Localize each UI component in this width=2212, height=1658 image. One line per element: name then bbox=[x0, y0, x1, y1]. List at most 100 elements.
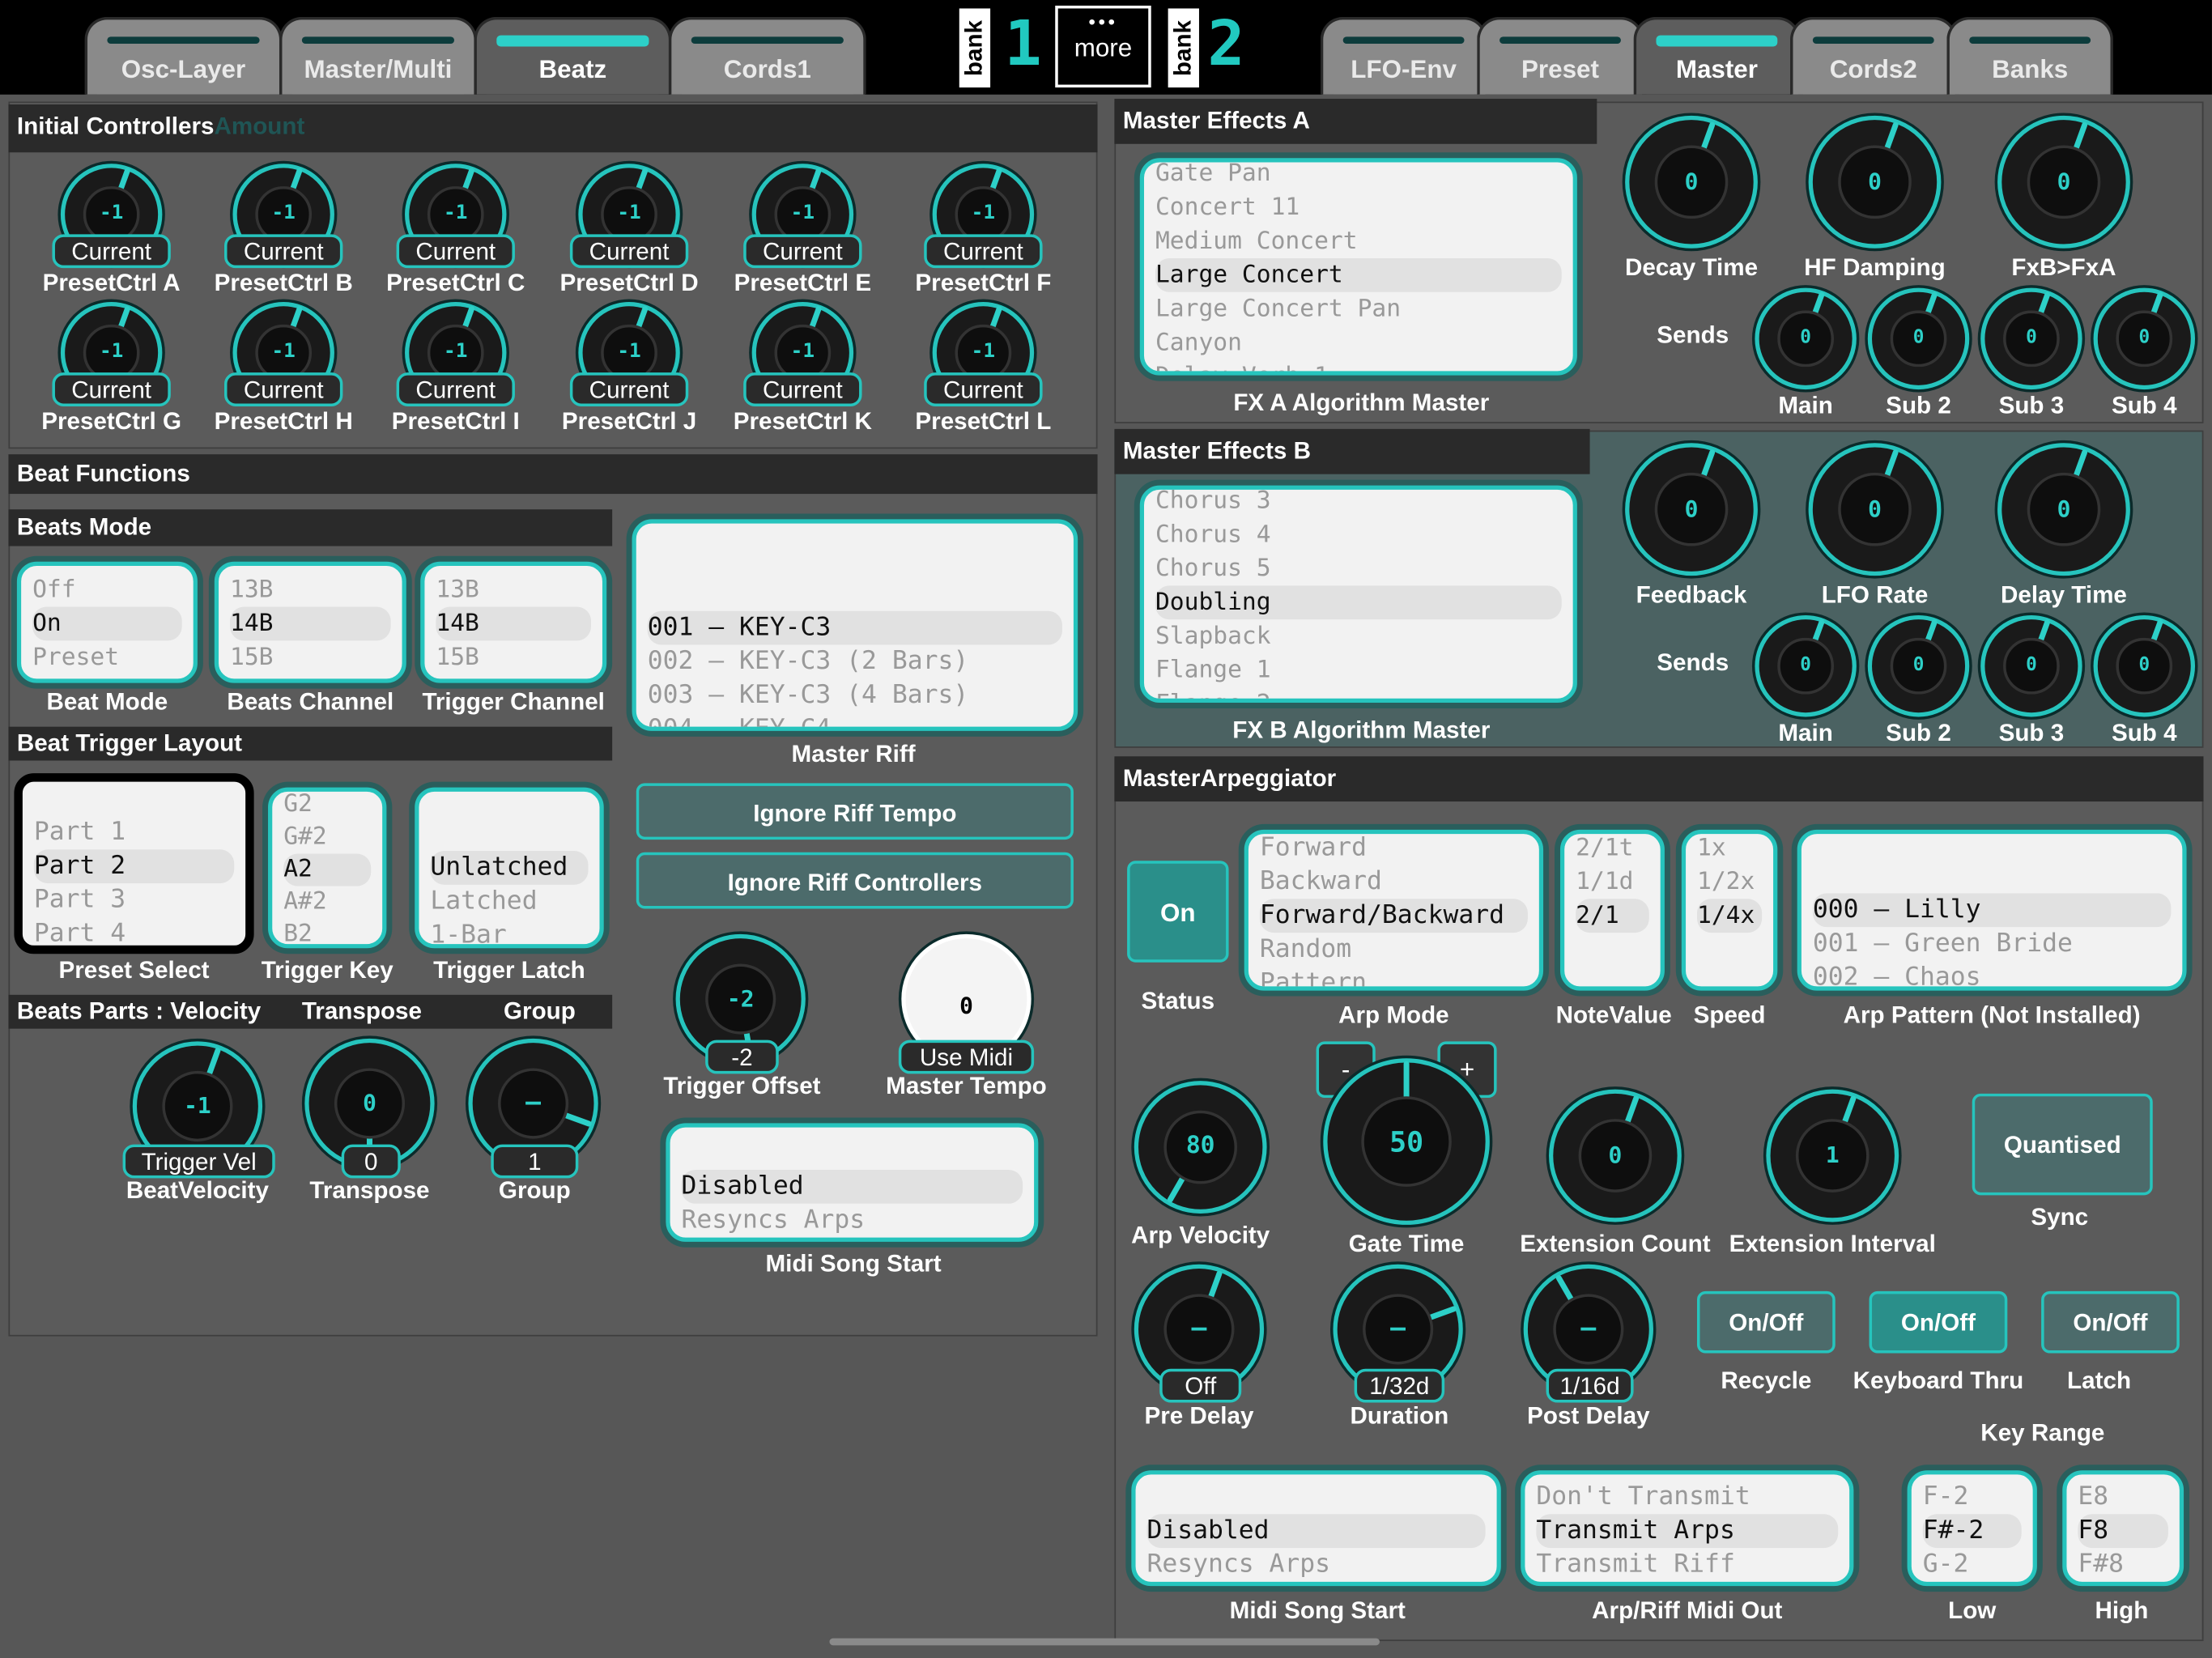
arp-status-on-button[interactable]: On bbox=[1127, 861, 1229, 963]
trigger-key-picker-option[interactable]: G2 bbox=[283, 792, 371, 822]
extension-count-knob[interactable]: 0 bbox=[1549, 1089, 1682, 1222]
arp-riff-midi-out-picker-option[interactable]: Transmit Both bbox=[1536, 1582, 1838, 1583]
arp-mode-picker-option[interactable]: Random bbox=[1260, 933, 1528, 967]
beats-channel-picker-option[interactable]: 15B bbox=[230, 640, 391, 674]
arp-midi-song-start-picker-option[interactable]: Resyncs Arps bbox=[1146, 1548, 1485, 1582]
tab-right-preset[interactable]: Preset bbox=[1477, 16, 1644, 95]
beats-channel-picker-option[interactable]: 14B bbox=[229, 606, 391, 641]
key-range-high-picker-option[interactable]: E8 bbox=[2078, 1480, 2168, 1514]
preset-select-option[interactable]: Part 3 bbox=[34, 883, 234, 917]
fx-b-knob-delay-time[interactable]: 0 bbox=[1997, 443, 2130, 576]
note-value-picker-option[interactable]: 2/1 bbox=[1576, 899, 1649, 933]
bank1-digit[interactable]: 1 bbox=[1005, 8, 1042, 80]
master-riff-picker-option[interactable]: 001 — KEY-C3 bbox=[647, 610, 1062, 645]
midi-song-start-left-picker-option[interactable]: Disabled bbox=[681, 1169, 1023, 1204]
master-riff-picker-option[interactable]: 004 — KEY-C4 bbox=[648, 712, 1062, 727]
fx-a-algorithm-picker-option[interactable]: Delay Verb 1 bbox=[1155, 359, 1562, 371]
tab-left-osc-layer[interactable]: Osc-Layer bbox=[84, 16, 283, 95]
trigger-channel-picker[interactable]: 13B 14B 15B bbox=[420, 561, 607, 683]
fx-a-algorithm-picker-option[interactable]: Gate Pan bbox=[1155, 162, 1562, 190]
speed-picker-option[interactable]: 1/4x bbox=[1696, 899, 1763, 933]
fx-b-knob-feedback[interactable]: 0 bbox=[1625, 443, 1758, 576]
tab-left-beatz[interactable]: Beatz bbox=[474, 16, 672, 95]
trigger-channel-picker-option[interactable]: 14B bbox=[436, 606, 592, 641]
arp-midi-song-start-picker-option[interactable]: Disabled bbox=[1146, 1514, 1486, 1549]
fx-a-algorithm-picker-option[interactable]: Concert 11 bbox=[1155, 190, 1562, 224]
trigger-key-picker[interactable]: G2 G#2 A2 A#2 B2 bbox=[268, 787, 387, 949]
key-range-high-picker-option[interactable]: F8 bbox=[2078, 1514, 2168, 1549]
fx-b-algorithm-picker-option[interactable]: Chorus 5 bbox=[1155, 552, 1562, 586]
arp-pattern-picker-option[interactable]: 001 — Green Bride bbox=[1813, 927, 2172, 961]
arp-riff-midi-out-picker[interactable]: Don't Transmit Transmit Arps Transmit Riff… bbox=[1521, 1470, 1854, 1587]
midi-song-start-left-picker-option[interactable]: Resyncs Riff bbox=[682, 1238, 1023, 1242]
extension-interval-knob[interactable]: 1 bbox=[1766, 1089, 1899, 1222]
fx-a-algorithm-picker-option[interactable]: Canyon bbox=[1155, 326, 1562, 360]
key-range-low-picker-option[interactable]: G-2 bbox=[1923, 1548, 2022, 1582]
tab-left-master-multi[interactable]: Master/Multi bbox=[279, 16, 477, 95]
trigger-key-picker-option[interactable]: B2 bbox=[283, 919, 371, 944]
fx-a-algorithm-picker[interactable]: Gate Pan Concert 11 Medium Concert Large Co… bbox=[1139, 158, 1577, 376]
sync-quantised-button[interactable]: Quantised bbox=[1972, 1093, 2153, 1196]
preset-select-option[interactable]: Part 2 bbox=[33, 849, 235, 884]
preset-select-picker[interactable]: Part 1 Part 2 Part 3 Part 4 bbox=[14, 773, 254, 954]
key-range-low-picker-option[interactable]: F-2 bbox=[1923, 1480, 2022, 1514]
bank2-digit[interactable]: 2 bbox=[1207, 8, 1244, 80]
preset-select-option[interactable]: Part 4 bbox=[34, 917, 234, 946]
fx-b-knob-lfo-rate[interactable]: 0 bbox=[1808, 443, 1942, 576]
tab-left-cords1[interactable]: Cords1 bbox=[668, 16, 866, 95]
trigger-key-picker-option[interactable]: G#2 bbox=[283, 821, 371, 853]
fx-b-send-sub2-knob[interactable]: 0 bbox=[1867, 614, 1970, 717]
tab-right-banks[interactable]: Banks bbox=[1946, 16, 2113, 95]
fx-a-send-sub2-knob[interactable]: 0 bbox=[1867, 287, 1970, 390]
arp-riff-midi-out-picker-option[interactable]: Don't Transmit bbox=[1536, 1480, 1838, 1514]
latch-toggle[interactable]: On/Off bbox=[2041, 1290, 2180, 1354]
fx-b-send-sub4-knob[interactable]: 0 bbox=[2093, 614, 2196, 717]
key-range-high-picker-option[interactable]: F#8 bbox=[2078, 1548, 2168, 1582]
beats-channel-picker[interactable]: 13B 14B 15B bbox=[214, 561, 406, 683]
tab-right-lfo-env[interactable]: LFO-Env bbox=[1320, 16, 1487, 95]
midi-song-start-left-picker-option[interactable]: Resyncs Arps bbox=[682, 1204, 1023, 1238]
midi-song-start-left-picker[interactable]: DisabledResyncs ArpsResyncs Riff bbox=[666, 1123, 1039, 1242]
speed-picker[interactable]: 1x 1/2x 1/4x bbox=[1681, 829, 1778, 991]
speed-picker-option[interactable]: 1/2x bbox=[1697, 865, 1762, 899]
arp-mode-picker[interactable]: Forward Backward Forward/Backward Random Pat… bbox=[1244, 829, 1544, 991]
fx-b-algorithm-picker-option[interactable]: Slapback bbox=[1155, 619, 1562, 653]
note-value-picker-option[interactable]: 1/1d bbox=[1576, 865, 1649, 899]
fx-a-send-sub3-knob[interactable]: 0 bbox=[1980, 287, 2082, 390]
master-riff-picker-option[interactable]: 002 — KEY-C3 (2 Bars) bbox=[648, 645, 1062, 679]
beat-mode-picker-option[interactable]: On bbox=[32, 606, 182, 641]
fx-b-send-sub3-knob[interactable]: 0 bbox=[1980, 614, 2082, 717]
note-value-picker-option[interactable]: 2/1t bbox=[1576, 834, 1649, 865]
trigger-key-picker-option[interactable]: A2 bbox=[283, 853, 372, 886]
arp-pattern-picker[interactable]: 000 — Lilly 001 — Green Bride 002 — Chaos bbox=[1797, 829, 2187, 991]
fx-b-algorithm-picker-option[interactable]: Doubling bbox=[1155, 585, 1562, 620]
key-range-low-picker[interactable]: F-2 F#-2 G-2 bbox=[1907, 1470, 2037, 1587]
fx-a-knob-hf-damping[interactable]: 0 bbox=[1808, 115, 1942, 249]
arp-pattern-picker-option[interactable]: 000 — Lilly bbox=[1812, 893, 2172, 928]
recycle-toggle[interactable]: On/Off bbox=[1696, 1290, 1836, 1354]
arp-riff-midi-out-picker-option[interactable]: Transmit Arps bbox=[1536, 1514, 1839, 1549]
ignore-riff-controllers-button[interactable]: Ignore Riff Controllers bbox=[636, 852, 1074, 909]
more-button[interactable]: ••• more bbox=[1055, 5, 1151, 88]
fx-a-algorithm-picker-option[interactable]: Large Concert bbox=[1155, 257, 1562, 292]
trigger-key-picker-option[interactable]: A#2 bbox=[283, 886, 371, 919]
fx-a-send-main-knob[interactable]: 0 bbox=[1755, 287, 1857, 390]
arp-mode-picker-option[interactable]: Forward/Backward bbox=[1259, 899, 1528, 933]
fx-b-algorithm-picker-option[interactable]: Chorus 4 bbox=[1155, 518, 1562, 552]
fx-b-algorithm-picker[interactable]: Chorus 3 Chorus 4 Chorus 5 Doubling Slapback… bbox=[1139, 485, 1577, 704]
note-value-picker[interactable]: 2/1t 1/1d 2/1 bbox=[1559, 829, 1665, 991]
speed-picker-option[interactable]: 1x bbox=[1697, 834, 1762, 865]
tab-right-master[interactable]: Master bbox=[1633, 16, 1801, 95]
fx-a-algorithm-picker-option[interactable]: Medium Concert bbox=[1155, 224, 1562, 258]
beats-channel-picker-option[interactable]: 13B bbox=[230, 573, 391, 607]
beat-mode-picker[interactable]: Off On Preset bbox=[16, 561, 198, 683]
fx-a-knob-decay-time[interactable]: 0 bbox=[1625, 115, 1758, 249]
fx-b-send-main-knob[interactable]: 0 bbox=[1755, 614, 1857, 717]
arp-velocity-knob[interactable]: 80 bbox=[1134, 1081, 1267, 1214]
arp-midi-song-start-picker-option[interactable]: Resyncs Riff bbox=[1146, 1582, 1485, 1583]
tab-right-cords2[interactable]: Cords2 bbox=[1789, 16, 1957, 95]
beat-mode-picker-option[interactable]: Off bbox=[32, 573, 182, 607]
arp-riff-midi-out-picker-option[interactable]: Transmit Riff bbox=[1536, 1548, 1838, 1582]
arp-mode-picker-option[interactable]: Pattern bbox=[1260, 967, 1528, 987]
fx-a-send-sub4-knob[interactable]: 0 bbox=[2093, 287, 2196, 390]
